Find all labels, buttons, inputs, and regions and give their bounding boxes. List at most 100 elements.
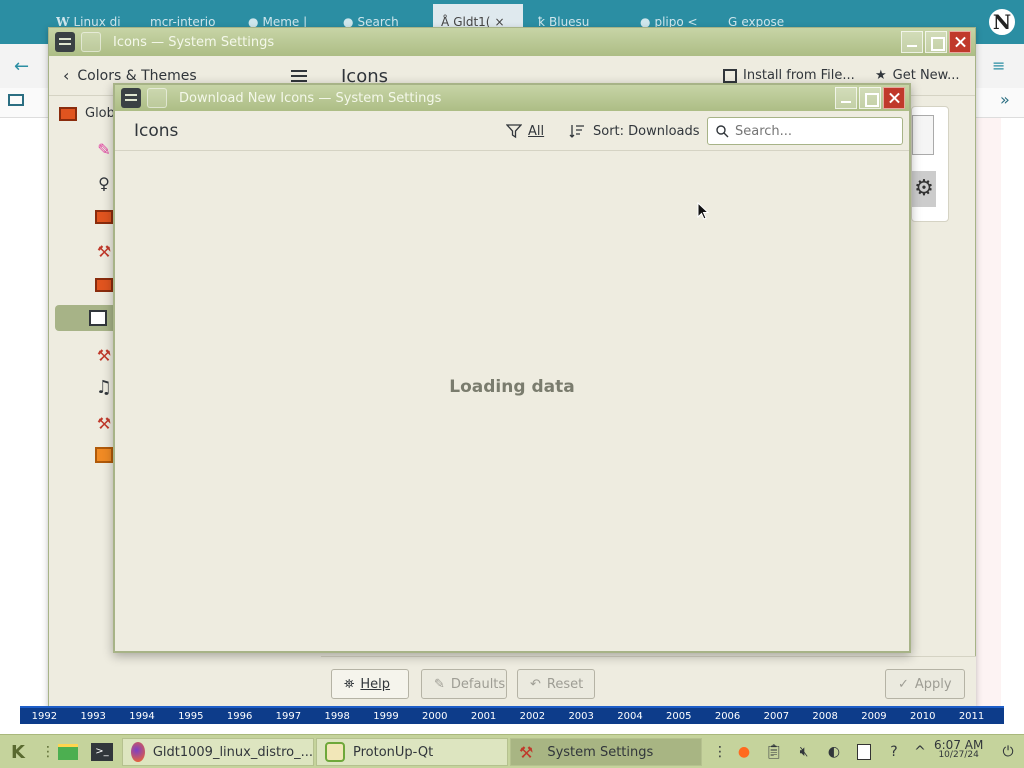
get-new-label: Get New... [892,68,960,83]
back-label: Colors & Themes [77,67,197,84]
star-icon: ★ [875,68,887,83]
dialog-titlebar[interactable]: Download New Icons — System Settings [115,85,909,111]
kde-menu-icon[interactable]: K [6,740,30,764]
timeline-year[interactable]: 2002 [508,711,557,722]
search-input[interactable] [735,123,895,139]
timeline-bar: 1992 1993 1994 1995 1996 1997 1998 1999 2000 2001… [20,706,1004,724]
window-menu-icon[interactable] [121,88,141,108]
download-icons-dialog: Download New Icons — System Settings Ico… [113,83,911,653]
timeline-year[interactable]: 2008 [801,711,850,722]
minimize-button[interactable] [835,87,857,109]
double-chevron-icon[interactable]: » [1000,90,1010,109]
reset-label: Reset [546,676,584,692]
tray-expand-icon[interactable]: ^ [910,741,930,763]
get-new-button[interactable]: ★ Get New... [875,68,960,83]
window-grid-icon[interactable] [147,88,167,108]
timeline-year[interactable]: 2007 [752,711,801,722]
timeline-year[interactable]: 1997 [264,711,313,722]
back-arrow-icon[interactable]: ← [14,56,29,77]
timeline-year[interactable]: 2005 [654,711,703,722]
monitor-icon [95,278,113,292]
help-button[interactable]: ⛯ Help [331,669,409,699]
timeline-year[interactable]: 2004 [606,711,655,722]
install-from-file-button[interactable]: Install from File... [723,68,855,83]
timeline-year[interactable]: 1996 [215,711,264,722]
filter-button[interactable]: All [506,123,544,139]
notes-icon[interactable] [854,741,874,763]
task-label: System Settings [547,744,654,760]
mouse-cursor-icon [697,202,709,220]
filter-icon [506,124,522,139]
sort-icon [569,125,584,138]
bulb-icon: ♀ [98,173,110,193]
close-button[interactable] [949,31,971,53]
search-field[interactable] [707,117,903,145]
search-icon [716,124,729,137]
timeline-year[interactable]: 2001 [459,711,508,722]
dialog-header: Icons All Sort: Downloads [115,111,909,151]
icons-grid-icon [89,310,107,326]
maximize-button[interactable] [859,87,881,109]
timeline-year[interactable]: 2006 [703,711,752,722]
window-titlebar[interactable]: Icons — System Settings [49,28,975,56]
document-icon [912,115,934,155]
protonup-icon [325,742,345,762]
apply-button[interactable]: ✓ Apply [885,669,965,699]
menu-icon[interactable]: ≡ [992,56,1005,75]
timeline-year[interactable]: 2011 [947,711,996,722]
apply-label: Apply [914,676,952,692]
hamburger-menu-icon[interactable] [291,70,307,82]
timeline-year[interactable]: 2009 [850,711,899,722]
firefox-icon [131,742,145,762]
help-label: Help [360,676,391,692]
volume-muted-icon[interactable]: 🔇︎ [794,741,814,763]
task-label: Gldt1009_linux_distro_... [152,744,313,760]
sidebar-toggle-icon[interactable] [8,94,24,106]
timeline-year[interactable]: 1994 [118,711,167,722]
clock[interactable]: 6:07 AM 10/27/24 [934,739,983,760]
terminal-icon[interactable]: >_ [90,740,114,764]
filter-label: All [528,123,545,139]
reset-button[interactable]: ↶ Reset [517,669,595,699]
timeline-year[interactable]: 1993 [69,711,118,722]
maximize-button[interactable] [925,31,947,53]
clock-date: 10/27/24 [938,750,979,760]
icon-preview-card: ⚙ [911,106,949,222]
dialog-title: Download New Icons — System Settings [179,90,442,106]
tools-icon: ⚒ [96,413,112,433]
defaults-button[interactable]: ✎ Defaults [421,669,507,699]
timeline-year[interactable]: 2003 [557,711,606,722]
defaults-label: Defaults [450,676,506,692]
sidebar-item-global[interactable]: Glob [59,106,115,121]
window-grid-icon[interactable] [81,32,101,52]
chevron-left-icon: ‹ [63,66,70,85]
task-protonup[interactable]: ProtonUp-Qt [316,738,508,766]
sort-label: Sort: Downloads [593,123,700,139]
task-system-settings[interactable]: ⚒ System Settings [510,738,702,766]
timeline-year[interactable]: 1992 [20,711,69,722]
defaults-icon: ✎ [434,676,445,692]
help-icon[interactable]: ? [884,741,904,763]
install-label: Install from File... [743,68,855,83]
music-note-icon: ♫ [95,376,113,398]
taskbar: K ⋮ >_ Gldt1009_linux_distro_... ProtonU… [0,734,1024,768]
timeline-year[interactable]: 1995 [166,711,215,722]
timeline-year[interactable]: 2010 [898,711,947,722]
firefox-profile-icon[interactable]: N [987,7,1017,37]
tools-icon: ⚒ [96,345,112,365]
loading-message: Loading data [449,377,575,397]
firefox-tray-icon[interactable]: ● [734,741,754,763]
close-button[interactable] [883,87,905,109]
minimize-button[interactable] [901,31,923,53]
sort-button[interactable]: Sort: Downloads [569,123,700,139]
power-icon[interactable]: ⏻ [998,741,1018,763]
tray-handle-icon[interactable]: ⋮ [710,741,730,763]
folder-icon[interactable] [56,740,80,764]
night-color-icon[interactable]: ◐ [824,741,844,763]
timeline-year[interactable]: 1998 [313,711,362,722]
timeline-year[interactable]: 1999 [362,711,411,722]
clipboard-icon[interactable]: 📋︎ [764,741,784,763]
timeline-year[interactable]: 2000 [410,711,459,722]
task-firefox[interactable]: Gldt1009_linux_distro_... [122,738,314,766]
window-menu-icon[interactable] [55,32,75,52]
